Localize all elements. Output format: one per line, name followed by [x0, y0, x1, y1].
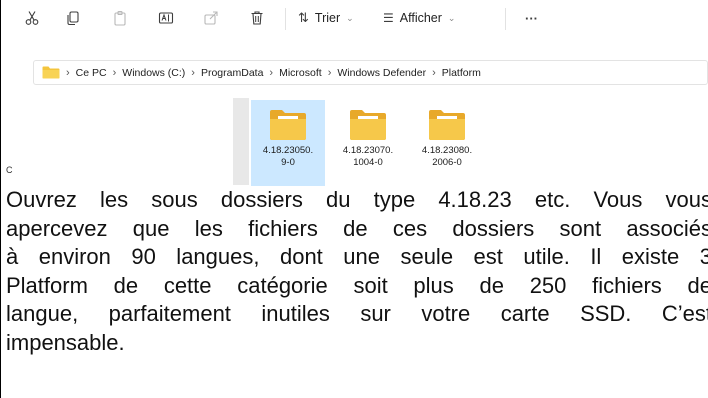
view-button[interactable]: ☰ Afficher ⌄	[383, 5, 455, 31]
explorer-command-bar: ⇅ Trier ⌄ ☰ Afficher ⌄ ···	[2, 0, 706, 38]
rename-icon[interactable]	[153, 5, 179, 31]
folder-name: 4.18.23080. 2006-0	[421, 145, 473, 168]
toolbar-separator	[505, 8, 506, 30]
chevron-right-icon[interactable]: ›	[191, 67, 195, 79]
chevron-down-icon: ⌄	[447, 12, 456, 23]
toolbar-separator	[285, 8, 286, 30]
sort-icon: ⇅	[298, 10, 309, 25]
folder-icon	[270, 110, 306, 140]
folder-name: 4.18.23070. 1004-0	[342, 145, 394, 168]
breadcrumb-item[interactable]: Ce PC	[76, 67, 107, 79]
paragraph-line: apercevez que les fichiers de ces dossie…	[6, 215, 708, 241]
folder-item[interactable]: 4.18.23080. 2006-0	[410, 100, 484, 186]
chevron-right-icon[interactable]: ›	[66, 67, 70, 79]
breadcrumb-item[interactable]: Platform	[442, 67, 481, 79]
folder-icon	[350, 110, 386, 140]
copy-icon[interactable]	[60, 5, 86, 31]
breadcrumb-item[interactable]: ProgramData	[201, 67, 263, 79]
folder-item[interactable]: 4.18.23070. 1004-0	[331, 100, 405, 186]
more-options-button[interactable]: ···	[525, 5, 538, 31]
paragraph-line: Platform de cette catégorie soit plus de…	[6, 272, 708, 298]
sort-button[interactable]: ⇅ Trier ⌄	[298, 5, 354, 31]
paragraph-line: Ouvrez les sous dossiers du type 4.18.23…	[6, 187, 708, 212]
breadcrumb-item[interactable]: Microsoft	[279, 67, 322, 79]
delete-icon[interactable]	[244, 5, 270, 31]
chevron-right-icon[interactable]: ›	[432, 67, 436, 79]
view-label: Afficher	[399, 11, 442, 25]
text-frame-left-border	[0, 185, 1, 398]
paste-icon[interactable]	[107, 5, 133, 31]
folder-item[interactable]: 4.18.23050. 9-0	[251, 100, 325, 186]
body-paragraph: Ouvrez les sous dossiers du type 4.18.23…	[6, 186, 708, 357]
navigation-pane-edge	[233, 98, 249, 185]
chevron-right-icon[interactable]: ›	[269, 67, 273, 79]
share-icon[interactable]	[198, 5, 224, 31]
chevron-right-icon[interactable]: ›	[328, 67, 332, 79]
paragraph-line: langue, parfaitement inutiles sur votre …	[6, 301, 708, 326]
chevron-down-icon: ⌄	[346, 12, 354, 23]
chevron-right-icon[interactable]: ›	[113, 67, 117, 79]
cut-icon[interactable]	[19, 5, 45, 31]
view-icon: ☰	[383, 11, 394, 25]
sort-label: Trier	[314, 11, 341, 25]
breadcrumb: › Ce PC › Windows (C:) › ProgramData › Microsof…	[60, 67, 481, 79]
paragraph-line: à environ 90 langues, dont une seule est…	[6, 244, 708, 269]
folder-icon	[429, 110, 465, 140]
breadcrumb-item[interactable]: Windows Defender	[337, 67, 426, 79]
folder-name: 4.18.23050. 9-0	[262, 145, 314, 168]
paragraph-line: impensable.	[6, 329, 125, 355]
breadcrumb-item[interactable]: Windows (C:)	[122, 67, 185, 79]
address-bar[interactable]: › Ce PC › Windows (C:) › ProgramData › Microsof…	[33, 60, 708, 85]
folder-icon	[42, 66, 60, 79]
corner-text: C	[6, 165, 13, 175]
